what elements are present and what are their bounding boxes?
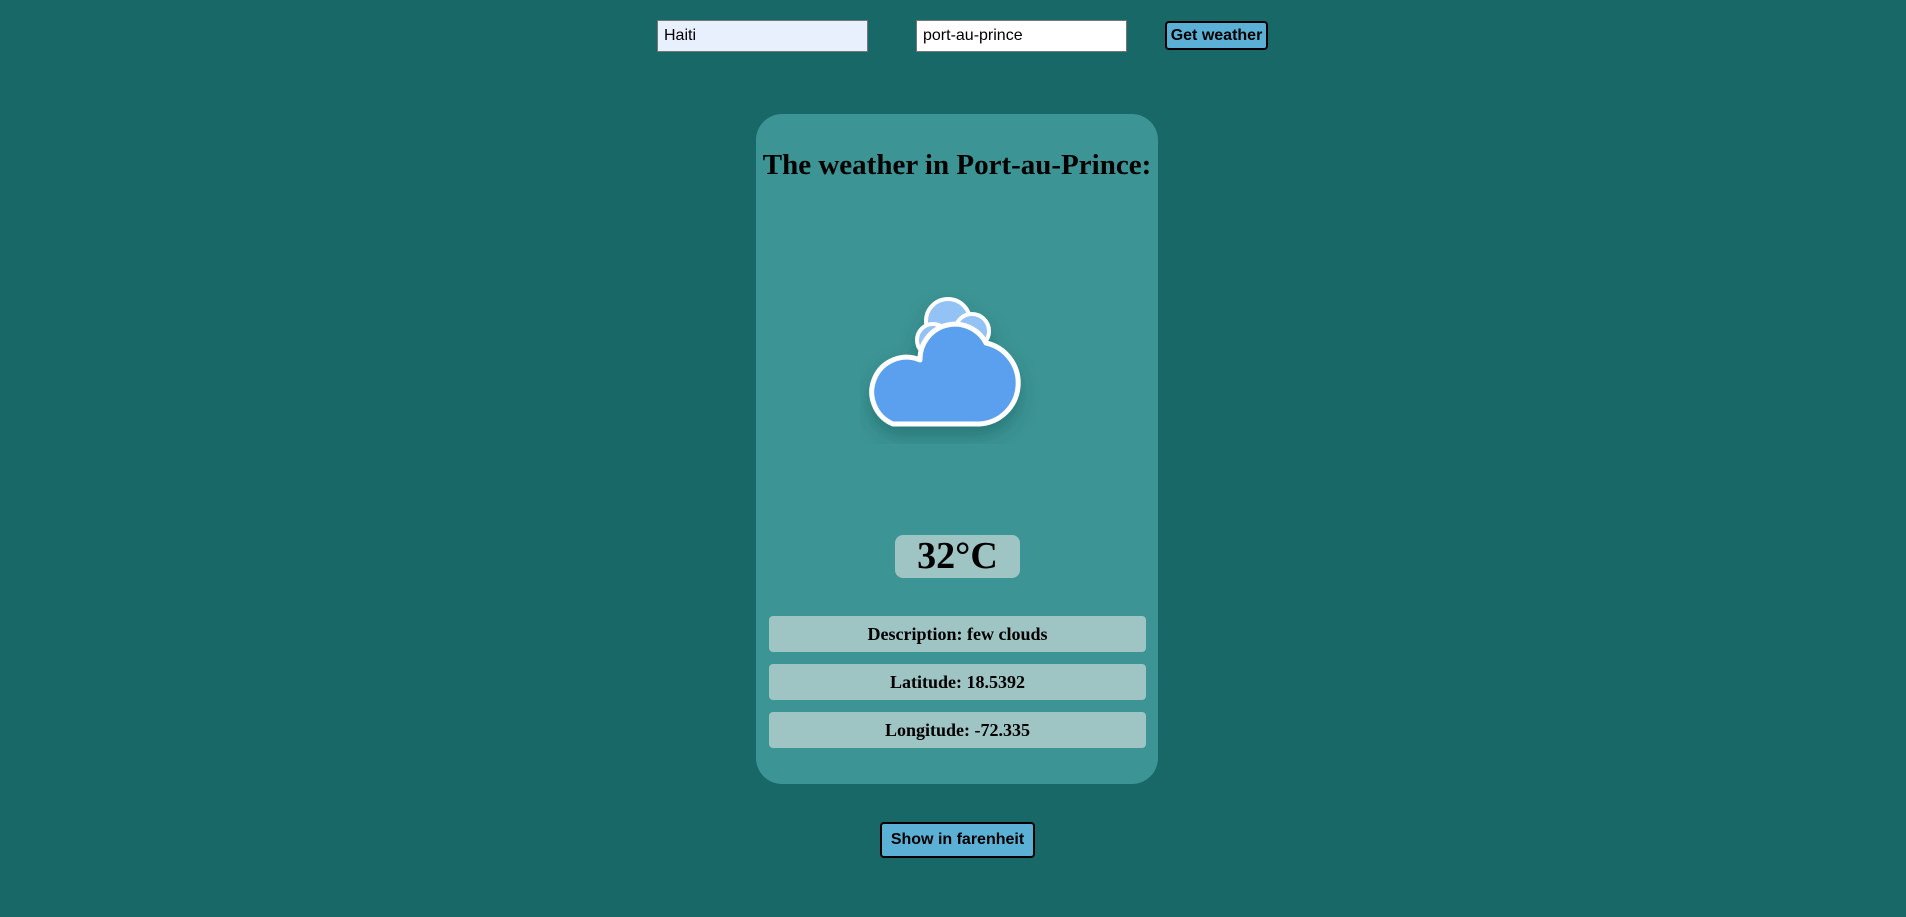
weather-card: The weather in Port-au-Prince: 32°C Desc… xyxy=(756,114,1158,784)
few-clouds-icon xyxy=(869,297,1021,427)
temperature-value: 32°C xyxy=(895,535,1020,578)
get-weather-button[interactable]: Get weather xyxy=(1165,21,1268,50)
country-input[interactable] xyxy=(657,20,868,52)
longitude-row: Longitude: -72.335 xyxy=(769,712,1146,748)
search-bar: Get weather xyxy=(0,19,1906,53)
show-fahrenheit-button[interactable]: Show in farenheit xyxy=(880,822,1035,858)
description-row: Description: few clouds xyxy=(769,616,1146,652)
latitude-row: Latitude: 18.5392 xyxy=(769,664,1146,700)
city-input[interactable] xyxy=(916,20,1127,52)
weather-title: The weather in Port-au-Prince: xyxy=(762,149,1152,181)
